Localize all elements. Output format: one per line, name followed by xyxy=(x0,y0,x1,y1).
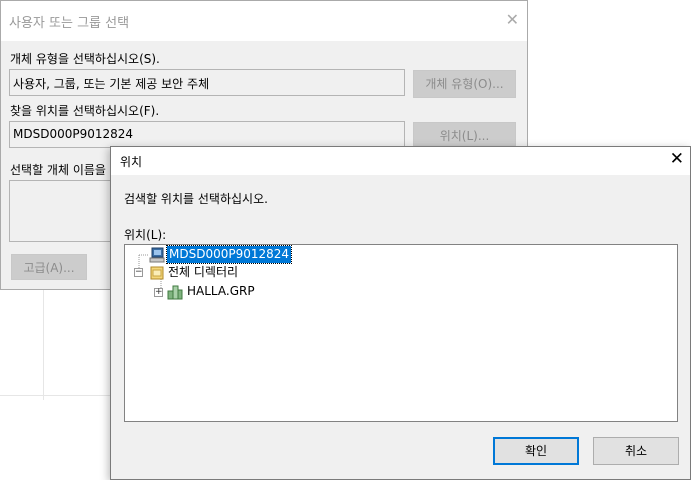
directory-icon xyxy=(150,266,164,280)
location-dialog-title: 위치 xyxy=(120,155,143,169)
close-icon[interactable]: ✕ xyxy=(670,149,684,169)
location-label: 찾을 위치를 선택하십시오(F). xyxy=(10,104,160,118)
expand-icon[interactable]: + xyxy=(154,288,163,297)
cancel-button[interactable]: 취소 xyxy=(593,437,679,465)
location-titlebar: 위치 ✕ xyxy=(111,147,690,175)
location-instruction: 검색할 위치를 선택하십시오. xyxy=(124,192,268,206)
collapse-icon[interactable]: − xyxy=(134,268,143,277)
object-type-field: 사용자, 그룹, 또는 기본 제공 보안 주체 xyxy=(9,69,405,96)
tree-item-computer-label: MDSD000P9012824 xyxy=(165,245,293,264)
location-tree-label: 위치(L): xyxy=(124,228,167,242)
select-users-title: 사용자 또는 그룹 선택 xyxy=(9,16,130,31)
ok-button[interactable]: 확인 xyxy=(493,437,579,465)
computer-icon xyxy=(149,247,165,263)
object-names-label: 선택할 개체 이름을 xyxy=(10,163,106,177)
location-field: MDSD000P9012824 xyxy=(9,121,405,148)
tree-item-entire-directory-label: 전체 디렉터리 xyxy=(168,265,239,279)
domain-icon xyxy=(167,285,183,300)
close-icon[interactable]: ✕ xyxy=(506,10,519,29)
tree-item-domain-label: HALLA.GRP xyxy=(187,284,255,298)
location-button[interactable]: 위치(L)... xyxy=(413,122,516,146)
background-divider-left xyxy=(43,290,44,400)
location-dialog: 위치 ✕ 검색할 위치를 선택하십시오. 위치(L): MDSD000P9012… xyxy=(110,146,691,480)
select-users-titlebar: 사용자 또는 그룹 선택 ✕ xyxy=(1,1,527,41)
object-type-label: 개체 유형을 선택하십시오(S). xyxy=(10,52,160,66)
object-names-input[interactable] xyxy=(9,180,119,242)
location-tree[interactable]: MDSD000P9012824 − 전체 디렉터리 + HALLA.GRP xyxy=(124,244,678,422)
object-type-button[interactable]: 개체 유형(O)... xyxy=(413,70,516,98)
advanced-button[interactable]: 고급(A)... xyxy=(11,254,87,280)
background-divider-bottom xyxy=(0,395,110,396)
